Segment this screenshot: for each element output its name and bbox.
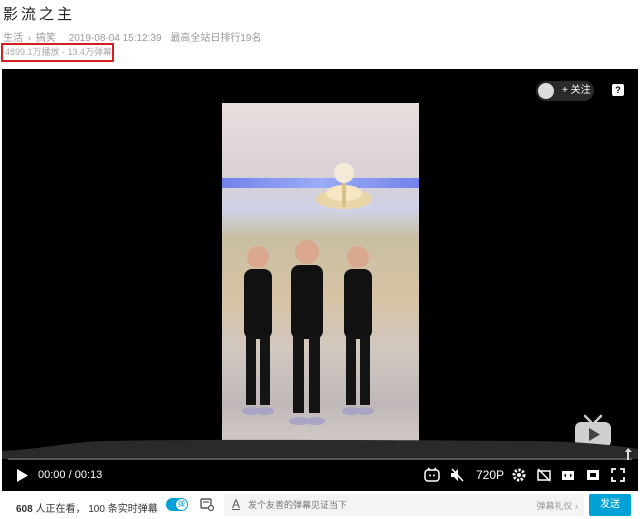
danmaku-input-area: A 弹幕礼仪 › — [224, 494, 584, 516]
rank-text[interactable]: 最高全站日排行19名 — [170, 33, 261, 44]
viewer-info: 608 人正在看， 100 条实时弹幕 — [16, 500, 158, 515]
danmaku-style-icon[interactable]: A — [232, 497, 240, 511]
time-current: 00:00 — [38, 469, 66, 481]
danmaku-settings-icon[interactable] — [200, 497, 214, 511]
viewers-count: 608 — [16, 504, 33, 515]
follow-label: + 关注 — [562, 85, 591, 96]
send-button[interactable]: 发送 — [589, 494, 631, 516]
danmaku-etiquette-link[interactable]: 弹幕礼仪 › — [537, 499, 579, 512]
progress-track[interactable] — [8, 458, 632, 460]
volume-muted-icon[interactable] — [450, 468, 464, 482]
danmaku-off-icon[interactable] — [537, 468, 551, 482]
dancer-left — [242, 246, 274, 415]
stats-highlight-box: 4899.1万播放 · 13.4万弹幕 — [1, 43, 114, 62]
danmaku-text: 条实时弹幕 — [107, 504, 158, 515]
settings-gear-icon[interactable] — [512, 468, 526, 482]
widescreen-icon[interactable] — [561, 468, 575, 482]
follow-button[interactable]: + 关注 — [536, 81, 594, 101]
viewers-text: 人正在看， — [35, 504, 86, 515]
fullscreen-icon[interactable] — [611, 468, 625, 482]
play-icon[interactable] — [16, 469, 28, 482]
bottom-bar: 608 人正在看， 100 条实时弹幕 弹 A 弹幕礼仪 › 发送 — [0, 492, 640, 519]
help-button[interactable]: ? — [612, 84, 624, 96]
video-frame[interactable] — [222, 103, 419, 457]
time-display: 00:00 / 00:13 — [38, 469, 102, 481]
progress-handle-icon[interactable] — [624, 447, 634, 461]
chandelier-image — [316, 163, 372, 209]
danmaku-toggle[interactable]: 弹 — [166, 498, 188, 511]
video-meta: 生活 › 搞笑 2019-08-04 15:12:39 最高全站日排行19名 — [3, 29, 261, 44]
quality-selector[interactable]: 720P — [476, 468, 504, 482]
video-title: 影流之主 — [3, 6, 76, 23]
time-separator: / — [68, 469, 72, 481]
dancer-center — [289, 240, 325, 425]
time-total: 00:13 — [74, 469, 103, 481]
danmaku-toggle-knob: 弹 — [176, 499, 187, 510]
danmaku-count: 100 — [88, 504, 105, 515]
danmaku-input[interactable] — [248, 497, 528, 513]
video-player[interactable]: + 关注 ? 00:00 / 00:13 720P — [2, 69, 638, 491]
uploader-avatar[interactable] — [538, 83, 554, 99]
video-stats: 4899.1万播放 · 13.4万弹幕 — [5, 47, 113, 57]
danmaku-heat-graph — [2, 439, 638, 459]
web-fullscreen-icon[interactable] — [586, 468, 600, 482]
dancer-right — [342, 246, 374, 415]
danmaku-mask-icon[interactable] — [424, 467, 440, 482]
